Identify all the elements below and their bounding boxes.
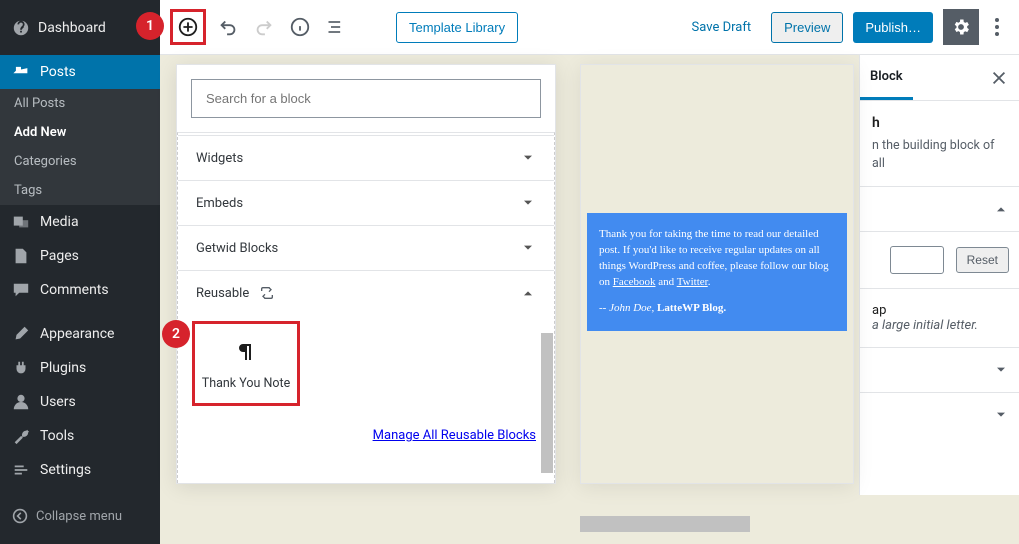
- pages-icon: [12, 247, 32, 265]
- close-settings-button[interactable]: [979, 55, 1019, 100]
- editor-topbar: Template Library Save Draft Preview Publ…: [160, 0, 1019, 55]
- horizontal-scrollbar[interactable]: [580, 516, 750, 532]
- drop-cap-label: ap: [872, 303, 1007, 318]
- sidebar-item-users[interactable]: Users: [0, 385, 160, 419]
- submenu-tags[interactable]: Tags: [0, 176, 160, 205]
- inserter-category-reusable[interactable]: Reusable: [178, 271, 554, 315]
- sliders-icon: [12, 461, 32, 479]
- user-icon: [12, 393, 32, 411]
- sidebar-item-appearance[interactable]: Appearance: [0, 317, 160, 351]
- sidebar-item-plugins[interactable]: Plugins: [0, 351, 160, 385]
- add-block-button[interactable]: [170, 9, 206, 45]
- sidebar-item-settings[interactable]: Settings: [0, 453, 160, 487]
- sidebar-item-comments[interactable]: Comments: [0, 273, 160, 307]
- chevron-up-icon: [993, 201, 1009, 217]
- plug-icon: [12, 359, 32, 377]
- chevron-down-icon: [993, 362, 1009, 378]
- redo-button[interactable]: [246, 9, 282, 45]
- more-options-button[interactable]: [985, 18, 1009, 36]
- block-inserter-panel: Widgets Embeds Getwid Blocks Reusable Th…: [176, 64, 556, 484]
- inserter-category-widgets[interactable]: Widgets: [178, 135, 554, 181]
- advanced-section[interactable]: [860, 392, 1019, 437]
- block-search-input[interactable]: [191, 79, 541, 118]
- drop-cap-desc: a large initial letter.: [872, 318, 1007, 333]
- template-library-button[interactable]: Template Library: [396, 12, 518, 43]
- sidebar-item-media[interactable]: Media: [0, 205, 160, 239]
- color-settings-section[interactable]: [860, 347, 1019, 392]
- dashboard-icon: [12, 19, 30, 37]
- chevron-down-icon: [520, 240, 536, 256]
- twitter-link[interactable]: Twitter: [677, 276, 708, 288]
- chevron-down-icon: [993, 407, 1009, 423]
- posts-submenu: All Posts Add New Categories Tags: [0, 89, 160, 205]
- thank-you-note-block[interactable]: Thank you for taking the time to read ou…: [587, 213, 847, 331]
- reusable-block-thank-you-note[interactable]: Thank You Note: [192, 321, 300, 406]
- collapse-icon: [12, 508, 28, 524]
- tab-block[interactable]: Block: [860, 55, 913, 100]
- sidebar-item-pages[interactable]: Pages: [0, 239, 160, 273]
- undo-button[interactable]: [210, 9, 246, 45]
- reusable-icon: [259, 285, 275, 301]
- wrench-icon: [12, 427, 32, 445]
- font-size-input[interactable]: [890, 246, 944, 274]
- pin-icon: [12, 63, 32, 81]
- outline-button[interactable]: [318, 9, 354, 45]
- media-icon: [12, 213, 32, 231]
- chevron-down-icon: [520, 195, 536, 211]
- sidebar-item-posts[interactable]: Posts: [0, 55, 160, 89]
- chevron-down-icon: [520, 150, 536, 166]
- collapse-menu[interactable]: Collapse menu: [0, 500, 134, 532]
- callout-badge-1: 1: [136, 12, 164, 40]
- block-type-heading: h: [872, 115, 1007, 131]
- save-draft-link[interactable]: Save Draft: [682, 14, 762, 41]
- preview-button[interactable]: Preview: [771, 12, 843, 43]
- publish-button[interactable]: Publish…: [853, 12, 933, 43]
- callout-badge-2: 2: [162, 320, 190, 348]
- facebook-link[interactable]: Facebook: [613, 276, 656, 288]
- block-type-desc: n the building block of all: [872, 137, 1007, 172]
- text-settings-section[interactable]: [860, 186, 1019, 231]
- info-button[interactable]: [282, 9, 318, 45]
- settings-gear-button[interactable]: [943, 9, 979, 45]
- block-settings-panel: Block h n the building block of all Rese…: [859, 55, 1019, 495]
- manage-reusable-link[interactable]: Manage All Reusable Blocks: [373, 428, 536, 443]
- editor-content-column: Thank you for taking the time to read ou…: [580, 64, 854, 484]
- chevron-up-icon: [520, 285, 536, 301]
- submenu-add-new[interactable]: Add New: [0, 118, 160, 147]
- comments-icon: [12, 281, 32, 299]
- inserter-category-embeds[interactable]: Embeds: [178, 181, 554, 226]
- inserter-category-getwid[interactable]: Getwid Blocks: [178, 226, 554, 271]
- submenu-categories[interactable]: Categories: [0, 147, 160, 176]
- brush-icon: [12, 325, 32, 343]
- sidebar-item-tools[interactable]: Tools: [0, 419, 160, 453]
- paragraph-icon: [234, 340, 258, 364]
- submenu-all-posts[interactable]: All Posts: [0, 89, 160, 118]
- reset-button[interactable]: Reset: [956, 247, 1009, 273]
- scrollbar-thumb[interactable]: [541, 333, 553, 473]
- admin-sidebar: Dashboard Posts All Posts Add New Catego…: [0, 0, 160, 544]
